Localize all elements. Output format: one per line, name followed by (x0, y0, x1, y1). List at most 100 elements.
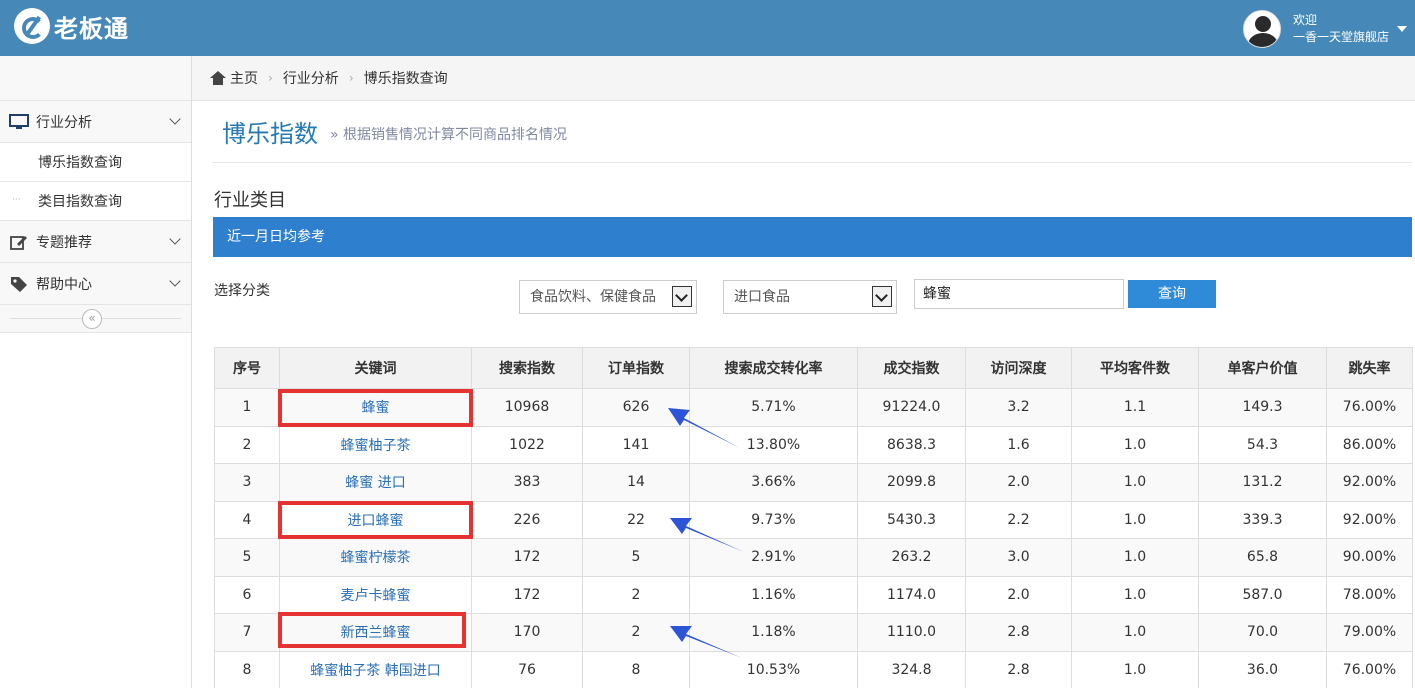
cell-avg-items: 1.0 (1071, 538, 1199, 577)
cell-avg-items: 1.0 (1071, 500, 1199, 539)
sidebar-item-topics[interactable]: 专题推荐 (0, 221, 191, 263)
chevron-down-icon[interactable] (169, 113, 181, 125)
col-customer-value[interactable]: 单客户价值 (1198, 347, 1327, 389)
breadcrumb-current: 博乐指数查询 (363, 71, 448, 87)
cell-bounce-rate: 76.00% (1326, 388, 1413, 427)
col-avg-items[interactable]: 平均客件数 (1071, 347, 1199, 389)
col-deal-index[interactable]: 成交指数 (857, 347, 966, 389)
sidebar-subitem-label: 类目指数查询 (38, 194, 122, 210)
cell-avg-items: 1.0 (1071, 650, 1199, 688)
chevron-down-icon[interactable] (169, 275, 181, 287)
col-index[interactable]: 序号 (214, 347, 280, 389)
logo[interactable]: 老板通 (14, 8, 129, 44)
cell-deal-index: 1174.0 (857, 575, 966, 614)
sidebar-subitem-bole-index[interactable]: 博乐指数查询 (0, 143, 191, 182)
chevron-down-icon[interactable] (169, 233, 181, 245)
cell-index: 7 (214, 613, 280, 652)
cell-visit-depth: 1.6 (965, 425, 1072, 464)
sidebar-top (0, 56, 191, 101)
breadcrumb: 主页 › 行业分析 › 博乐指数查询 (192, 56, 1415, 101)
sidebar-item-label: 行业分析 (36, 114, 92, 131)
cell-keyword[interactable]: 蜂蜜柚子茶 (279, 425, 472, 464)
cell-visit-depth: 2.8 (965, 613, 1072, 652)
breadcrumb-industry[interactable]: 行业分析 (283, 68, 339, 88)
cell-customer-value: 131.2 (1198, 463, 1327, 502)
cell-customer-value: 54.3 (1198, 425, 1327, 464)
highlight-box (278, 389, 473, 427)
sidebar-item-label: 专题推荐 (36, 234, 92, 251)
cell-search-index: 1022 (471, 425, 583, 464)
col-conversion-rate[interactable]: 搜索成交转化率 (689, 347, 858, 389)
cell-deal-index: 5430.3 (857, 500, 966, 539)
col-keyword[interactable]: 关键词 (279, 347, 472, 389)
table-header-row: 序号 关键词 搜索指数 订单指数 搜索成交转化率 成交指数 访问深度 平均客件数… (214, 347, 1413, 389)
cell-search-index: 76 (471, 650, 583, 688)
cell-bounce-rate: 86.00% (1326, 425, 1413, 464)
cell-visit-depth: 2.2 (965, 500, 1072, 539)
cell-customer-value: 149.3 (1198, 388, 1327, 427)
cell-keyword[interactable]: 蜂蜜柚子茶 韩国进口 (279, 650, 472, 688)
table-row: 3 蜂蜜 进口 383 14 3.66% 2099.8 2.0 1.0 131.2 92.00% (214, 463, 1413, 502)
tag-icon (8, 276, 30, 292)
cell-order-index: 2 (582, 575, 690, 614)
col-visit-depth[interactable]: 访问深度 (965, 347, 1072, 389)
cell-conversion-rate: 3.66% (689, 463, 858, 502)
sidebar-item-industry-analysis[interactable]: 行业分析 (0, 101, 191, 143)
page-header: 博乐指数 » 根据销售情况计算不同商品排名情况 (212, 101, 1412, 163)
cell-customer-value: 587.0 (1198, 575, 1327, 614)
chevron-down-icon[interactable] (672, 286, 692, 307)
user-menu[interactable]: 欢迎 一香一天堂旗舰店 (1242, 10, 1407, 48)
user-info: 欢迎 一香一天堂旗舰店 (1293, 12, 1389, 46)
cell-visit-depth: 3.0 (965, 538, 1072, 577)
cell-visit-depth: 2.0 (965, 463, 1072, 502)
cell-avg-items: 1.1 (1071, 388, 1199, 427)
cell-index: 8 (214, 650, 280, 688)
monitor-icon (8, 113, 30, 130)
caret-down-icon[interactable] (1397, 26, 1407, 32)
cell-order-index: 14 (582, 463, 690, 502)
cell-search-index: 383 (471, 463, 583, 502)
cell-deal-index: 2099.8 (857, 463, 966, 502)
table-row: 6 麦卢卡蜂蜜 172 2 1.16% 1174.0 2.0 1.0 587.0 78.00% (214, 575, 1413, 614)
cell-bounce-rate: 92.00% (1326, 500, 1413, 539)
cell-deal-index: 263.2 (857, 538, 966, 577)
cell-deal-index: 1110.0 (857, 613, 966, 652)
collapse-sidebar-button[interactable]: « (82, 309, 102, 329)
breadcrumb-home[interactable]: 主页 (230, 68, 258, 88)
category2-select[interactable]: 进口食品 (723, 280, 897, 314)
cell-keyword[interactable]: 麦卢卡蜂蜜 (279, 575, 472, 614)
table-row: 2 蜂蜜柚子茶 1022 141 13.80% 8638.3 1.6 1.0 54.3 86.00… (214, 425, 1413, 464)
page-subtitle: » 根据销售情况计算不同商品排名情况 (330, 126, 568, 143)
table-row: 8 蜂蜜柚子茶 韩国进口 76 8 10.53% 324.8 2.8 1.0 36.0 76.00… (214, 650, 1413, 688)
chevron-down-icon[interactable] (872, 286, 892, 307)
cell-bounce-rate: 76.00% (1326, 650, 1413, 688)
sidebar-subitem-category-index[interactable]: ··· 类目指数查询 (0, 182, 191, 221)
cell-keyword[interactable]: 蜂蜜 进口 (279, 463, 472, 502)
cell-customer-value: 36.0 (1198, 650, 1327, 688)
cell-bounce-rate: 92.00% (1326, 463, 1413, 502)
col-order-index[interactable]: 订单指数 (582, 347, 690, 389)
welcome-text: 欢迎 (1292, 13, 1317, 27)
cell-customer-value: 339.3 (1198, 500, 1327, 539)
cell-bounce-rate: 79.00% (1326, 613, 1413, 652)
reference-bar: 近一月日均参考 (213, 217, 1412, 257)
cell-deal-index: 8638.3 (857, 425, 966, 464)
keyword-input[interactable]: 蜂蜜 (914, 279, 1124, 309)
annotation-arrow (668, 408, 740, 448)
highlight-box (278, 501, 473, 539)
sidebar-subitem-label: 博乐指数查询 (38, 155, 122, 171)
cell-search-index: 170 (471, 613, 583, 652)
cell-keyword[interactable]: 蜂蜜柠檬茶 (279, 538, 472, 577)
category1-select[interactable]: 食品饮料、保健食品 (519, 280, 697, 314)
col-bounce-rate[interactable]: 跳失率 (1326, 347, 1413, 389)
avatar[interactable] (1242, 10, 1281, 48)
col-search-index[interactable]: 搜索指数 (471, 347, 583, 389)
annotation-arrow (670, 518, 744, 552)
sidebar-item-help[interactable]: 帮助中心 (0, 263, 191, 305)
cell-index: 6 (214, 575, 280, 614)
query-button[interactable]: 查询 (1128, 280, 1216, 308)
cell-deal-index: 91224.0 (857, 388, 966, 427)
cell-index: 3 (214, 463, 280, 502)
cell-bounce-rate: 78.00% (1326, 575, 1413, 614)
cell-avg-items: 1.0 (1071, 613, 1199, 652)
